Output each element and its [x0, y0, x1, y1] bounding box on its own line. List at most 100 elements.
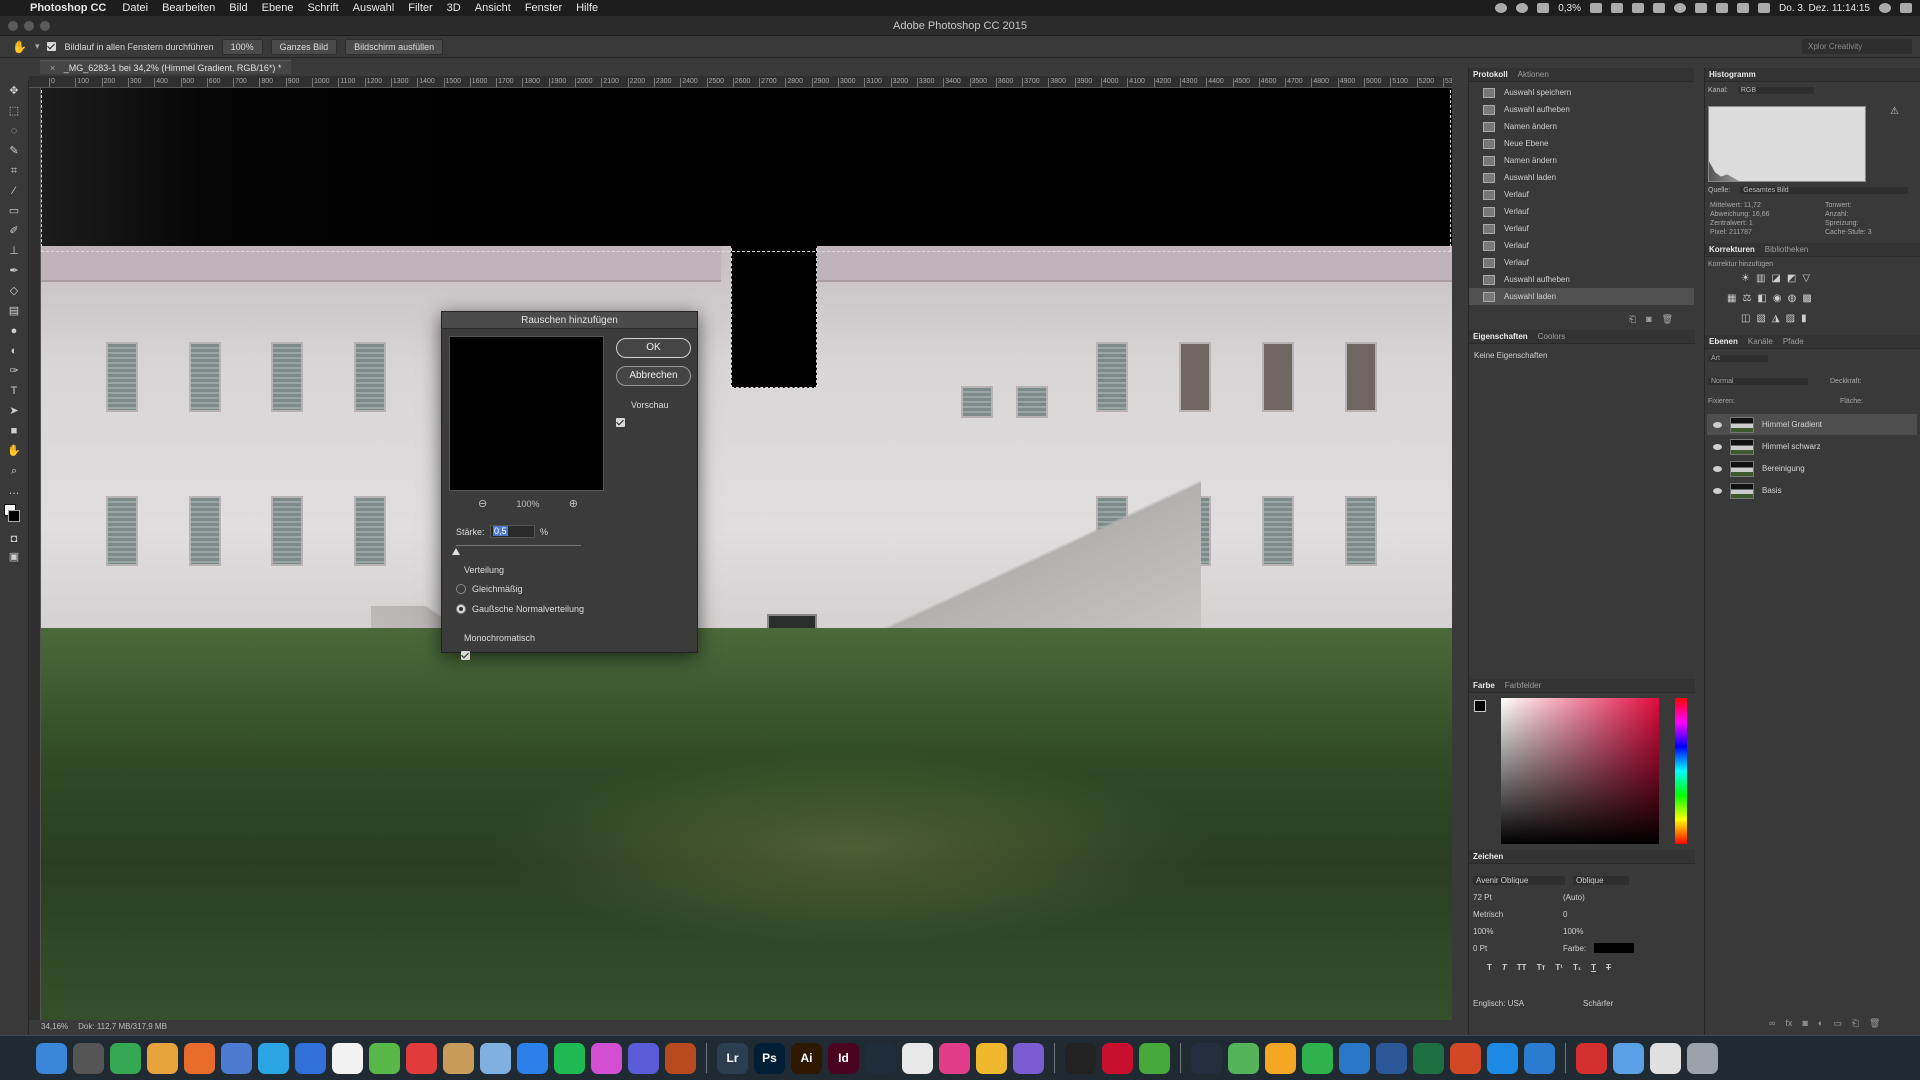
amount-slider-handle[interactable]: [452, 548, 460, 555]
tab-channels[interactable]: Kanäle: [1748, 337, 1773, 346]
history-state[interactable]: Auswahl aufheben: [1469, 101, 1694, 118]
marquee-tool-icon[interactable]: ⬚: [7, 104, 21, 118]
dock-app-preview-icon[interactable]: [443, 1042, 474, 1074]
ok-button[interactable]: OK: [616, 338, 691, 358]
history-state[interactable]: Verlauf: [1469, 254, 1694, 271]
time-machine-icon[interactable]: [1674, 3, 1687, 13]
dock-app-speed-icon[interactable]: [1013, 1042, 1044, 1074]
all-caps-icon[interactable]: TT: [1517, 963, 1527, 972]
blur-tool-icon[interactable]: ●: [7, 324, 21, 338]
shape-tool-icon[interactable]: ■: [7, 424, 21, 438]
menu-schrift[interactable]: Schrift: [307, 2, 338, 14]
password-icon[interactable]: [1516, 3, 1529, 13]
amount-slider-track[interactable]: [456, 545, 581, 546]
dock-app-1password-icon[interactable]: [258, 1042, 289, 1074]
menu-auswahl[interactable]: Auswahl: [353, 2, 395, 14]
cancel-button[interactable]: Abbrechen: [616, 366, 691, 386]
font-size-select[interactable]: 72 Pt: [1473, 893, 1533, 902]
foreground-color-swatch[interactable]: [8, 510, 20, 522]
text-color-swatch[interactable]: [1594, 943, 1635, 953]
color-picker-field[interactable]: [1501, 698, 1659, 844]
minimize-window-button[interactable]: [24, 21, 34, 31]
fill-screen-button[interactable]: Bildschirm ausfüllen: [345, 38, 444, 55]
menu-bild[interactable]: Bild: [229, 2, 247, 14]
quick-mask-icon[interactable]: ◘: [7, 532, 21, 546]
vibrance-icon[interactable]: ▽: [1802, 273, 1810, 284]
tab-libraries[interactable]: Bibliotheken: [1765, 245, 1809, 254]
history-state[interactable]: Auswahl laden: [1469, 288, 1694, 305]
dock-app-1password2-icon[interactable]: [1524, 1042, 1555, 1074]
dock-app-safari-icon[interactable]: [480, 1042, 511, 1074]
filter-preview[interactable]: [449, 336, 604, 491]
close-window-button[interactable]: [8, 21, 18, 31]
selective-color-icon[interactable]: ▨: [1786, 313, 1795, 324]
layer-style-icon[interactable]: fx: [1785, 1018, 1792, 1029]
dock-app-safari2-icon[interactable]: [1487, 1042, 1518, 1074]
posterize-icon[interactable]: ▧: [1756, 313, 1765, 324]
dock-app-keynote-icon[interactable]: [1339, 1042, 1370, 1074]
document-canvas[interactable]: [41, 88, 1452, 1020]
dock-app-sketch-icon[interactable]: [976, 1042, 1007, 1074]
dock-app-maps-icon[interactable]: [1228, 1042, 1259, 1074]
dock-app-imovie-icon[interactable]: [628, 1042, 659, 1074]
dock-app-app-store-icon[interactable]: [517, 1042, 548, 1074]
dock-app-evernote-icon[interactable]: [332, 1042, 363, 1074]
lasso-tool-icon[interactable]: ◌: [7, 124, 21, 138]
bluetooth-icon[interactable]: [1695, 3, 1708, 13]
new-document-icon[interactable]: ⎗: [1629, 314, 1636, 325]
layer-row[interactable]: Himmel Gradient: [1707, 414, 1917, 435]
faux-bold-icon[interactable]: T: [1487, 963, 1492, 972]
strikethrough-icon[interactable]: T: [1606, 963, 1611, 972]
gradient-tool-icon[interactable]: ▤: [7, 304, 21, 318]
dock-app-word-icon[interactable]: [1376, 1042, 1407, 1074]
language-select[interactable]: Englisch: USA: [1473, 999, 1553, 1008]
gaussian-radio[interactable]: [456, 604, 466, 614]
menu-ansicht[interactable]: Ansicht: [475, 2, 511, 14]
layer-row[interactable]: Himmel schwarz: [1707, 436, 1917, 457]
visibility-eye-icon[interactable]: [1713, 421, 1722, 428]
dock-app-leaf-icon[interactable]: [1139, 1042, 1170, 1074]
dock-app-colors-icon[interactable]: [939, 1042, 970, 1074]
leading-select[interactable]: (Auto): [1563, 893, 1585, 902]
status-zoom[interactable]: 34,16%: [41, 1022, 68, 1034]
dock-app-amazon-icon[interactable]: [1191, 1042, 1222, 1074]
layer-row[interactable]: Basis: [1707, 480, 1917, 501]
type-tool-icon[interactable]: T: [7, 384, 21, 398]
history-state[interactable]: Verlauf: [1469, 186, 1694, 203]
tab-paths[interactable]: Pfade: [1783, 337, 1804, 346]
move-tool-icon[interactable]: ✥: [7, 84, 21, 98]
visibility-eye-icon[interactable]: [1713, 487, 1722, 494]
quick-selection-tool-icon[interactable]: ✎: [7, 144, 21, 158]
dock-app-numbers-icon[interactable]: [1302, 1042, 1333, 1074]
tab-coolors[interactable]: Coolors: [1538, 332, 1566, 341]
new-layer-icon[interactable]: ⎗: [1852, 1018, 1859, 1029]
dock-app-cocktail-icon[interactable]: [665, 1042, 696, 1074]
delete-layer-icon[interactable]: 🗑: [1869, 1018, 1880, 1029]
dock-app-notebooks-icon[interactable]: [406, 1042, 437, 1074]
visibility-eye-icon[interactable]: [1713, 465, 1722, 472]
screen-mode-icon[interactable]: ▣: [7, 550, 21, 564]
history-state[interactable]: Auswahl speichern: [1469, 84, 1694, 101]
screen-record-icon[interactable]: [1495, 3, 1508, 13]
dock-app-folder-icon[interactable]: [1613, 1042, 1644, 1074]
channel-mixer-icon[interactable]: ◍: [1788, 293, 1797, 304]
warning-icon[interactable]: ⚠: [1890, 106, 1899, 117]
dock-app-lr-icon[interactable]: Lr: [717, 1042, 748, 1074]
photo-filter-icon[interactable]: ◉: [1773, 293, 1782, 304]
add-mask-icon[interactable]: ◙: [1802, 1018, 1807, 1029]
new-group-icon[interactable]: ▭: [1833, 1018, 1842, 1029]
evernote-icon[interactable]: [1590, 3, 1603, 13]
snapshot-icon[interactable]: ◙: [1646, 314, 1651, 325]
clock[interactable]: Do. 3. Dez. 11:14:15: [1779, 3, 1870, 14]
volume-icon[interactable]: [1758, 3, 1771, 13]
history-state[interactable]: Namen ändern: [1469, 118, 1694, 135]
color-lookup-icon[interactable]: ▩: [1802, 293, 1811, 304]
dock-app-photos-icon[interactable]: [902, 1042, 933, 1074]
dock-app-docs-icon[interactable]: [1650, 1042, 1681, 1074]
brush-tool-icon[interactable]: ✐: [7, 224, 21, 238]
history-state[interactable]: Namen ändern: [1469, 152, 1694, 169]
menu-ebene[interactable]: Ebene: [262, 2, 294, 14]
dock-app-powerpoint-icon[interactable]: [1450, 1042, 1481, 1074]
zoom-out-icon[interactable]: ⊖: [478, 497, 487, 510]
tracking-select[interactable]: 0: [1563, 910, 1567, 919]
